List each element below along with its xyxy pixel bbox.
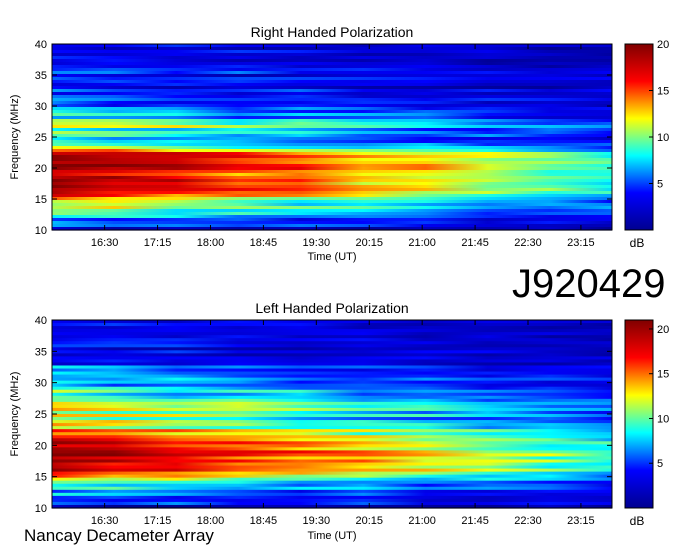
colorbar-tick-label: 10 <box>657 132 669 144</box>
x-tick-label: 20:15 <box>355 237 383 249</box>
right-heatmap <box>52 44 612 231</box>
right-x-axis-label: Time (UT) <box>307 251 356 263</box>
y-tick-label: 15 <box>35 194 47 206</box>
y-tick-label: 30 <box>35 378 47 390</box>
y-tick-label: 25 <box>35 409 47 421</box>
x-tick-label: 21:45 <box>461 515 489 527</box>
x-tick-label: 16:30 <box>91 237 119 249</box>
y-tick-label: 30 <box>35 101 47 113</box>
right-colorbar-label: dB <box>630 236 645 250</box>
y-tick-label: 40 <box>35 39 47 51</box>
left-x-axis-label: Time (UT) <box>307 530 356 542</box>
x-tick-label: 18:45 <box>250 237 278 249</box>
right-colorbar: 5 10 15 20 <box>624 39 669 231</box>
x-tick-label: 17:15 <box>144 237 172 249</box>
colorbar-tick-label: 15 <box>657 86 669 98</box>
right-panel-title: Right Handed Polarization <box>251 24 414 40</box>
left-colorbar: 5 10 15 20 <box>624 319 669 509</box>
y-tick-label: 10 <box>35 503 47 515</box>
y-tick-label: 40 <box>35 315 47 327</box>
x-tick-label: 23:15 <box>567 515 595 527</box>
left-y-axis-label: Frequency (MHz) <box>9 372 21 457</box>
colorbar-gradient <box>624 319 654 509</box>
y-tick-label: 10 <box>35 225 47 237</box>
y-tick-label: 35 <box>35 70 47 82</box>
x-tick-label: 23:15 <box>567 237 595 249</box>
left-heatmap <box>52 320 612 509</box>
left-colorbar-label: dB <box>630 514 645 528</box>
x-tick-label: 22:30 <box>514 515 542 527</box>
x-tick-label: 18:00 <box>197 237 225 249</box>
x-tick-label: 18:45 <box>250 515 278 527</box>
instrument-label: Nancay Decameter Array <box>24 526 214 545</box>
colorbar-tick-label: 5 <box>657 179 663 191</box>
x-tick-label: 21:00 <box>408 237 436 249</box>
left-polarization-panel: Left Handed Polarization 10152025303540 … <box>9 300 669 542</box>
x-tick-label: 21:45 <box>461 237 489 249</box>
colorbar-tick-label: 10 <box>657 413 669 425</box>
y-tick-label: 20 <box>35 163 47 175</box>
colorbar-tick-label: 20 <box>657 39 669 51</box>
left-panel-title: Left Handed Polarization <box>255 300 408 316</box>
x-tick-label: 19:30 <box>303 515 331 527</box>
x-tick-label: 19:30 <box>303 237 331 249</box>
y-tick-label: 35 <box>35 346 47 358</box>
y-tick-label: 15 <box>35 472 47 484</box>
right-polarization-panel: Right Handed Polarization 10 15 20 25 30 35 40… <box>9 24 669 263</box>
y-tick-label: 25 <box>35 132 47 144</box>
colorbar-tick-label: 20 <box>657 324 669 336</box>
x-tick-label: 21:00 <box>408 515 436 527</box>
colorbar-tick-label: 5 <box>657 458 663 470</box>
colorbar-tick-label: 15 <box>657 369 669 381</box>
x-tick-label: 22:30 <box>514 237 542 249</box>
right-y-axis-label: Frequency (MHz) <box>9 95 21 180</box>
observation-id: J920429 <box>512 262 666 306</box>
colorbar-gradient <box>624 43 654 231</box>
y-tick-label: 20 <box>35 440 47 452</box>
x-tick-label: 20:15 <box>355 515 383 527</box>
